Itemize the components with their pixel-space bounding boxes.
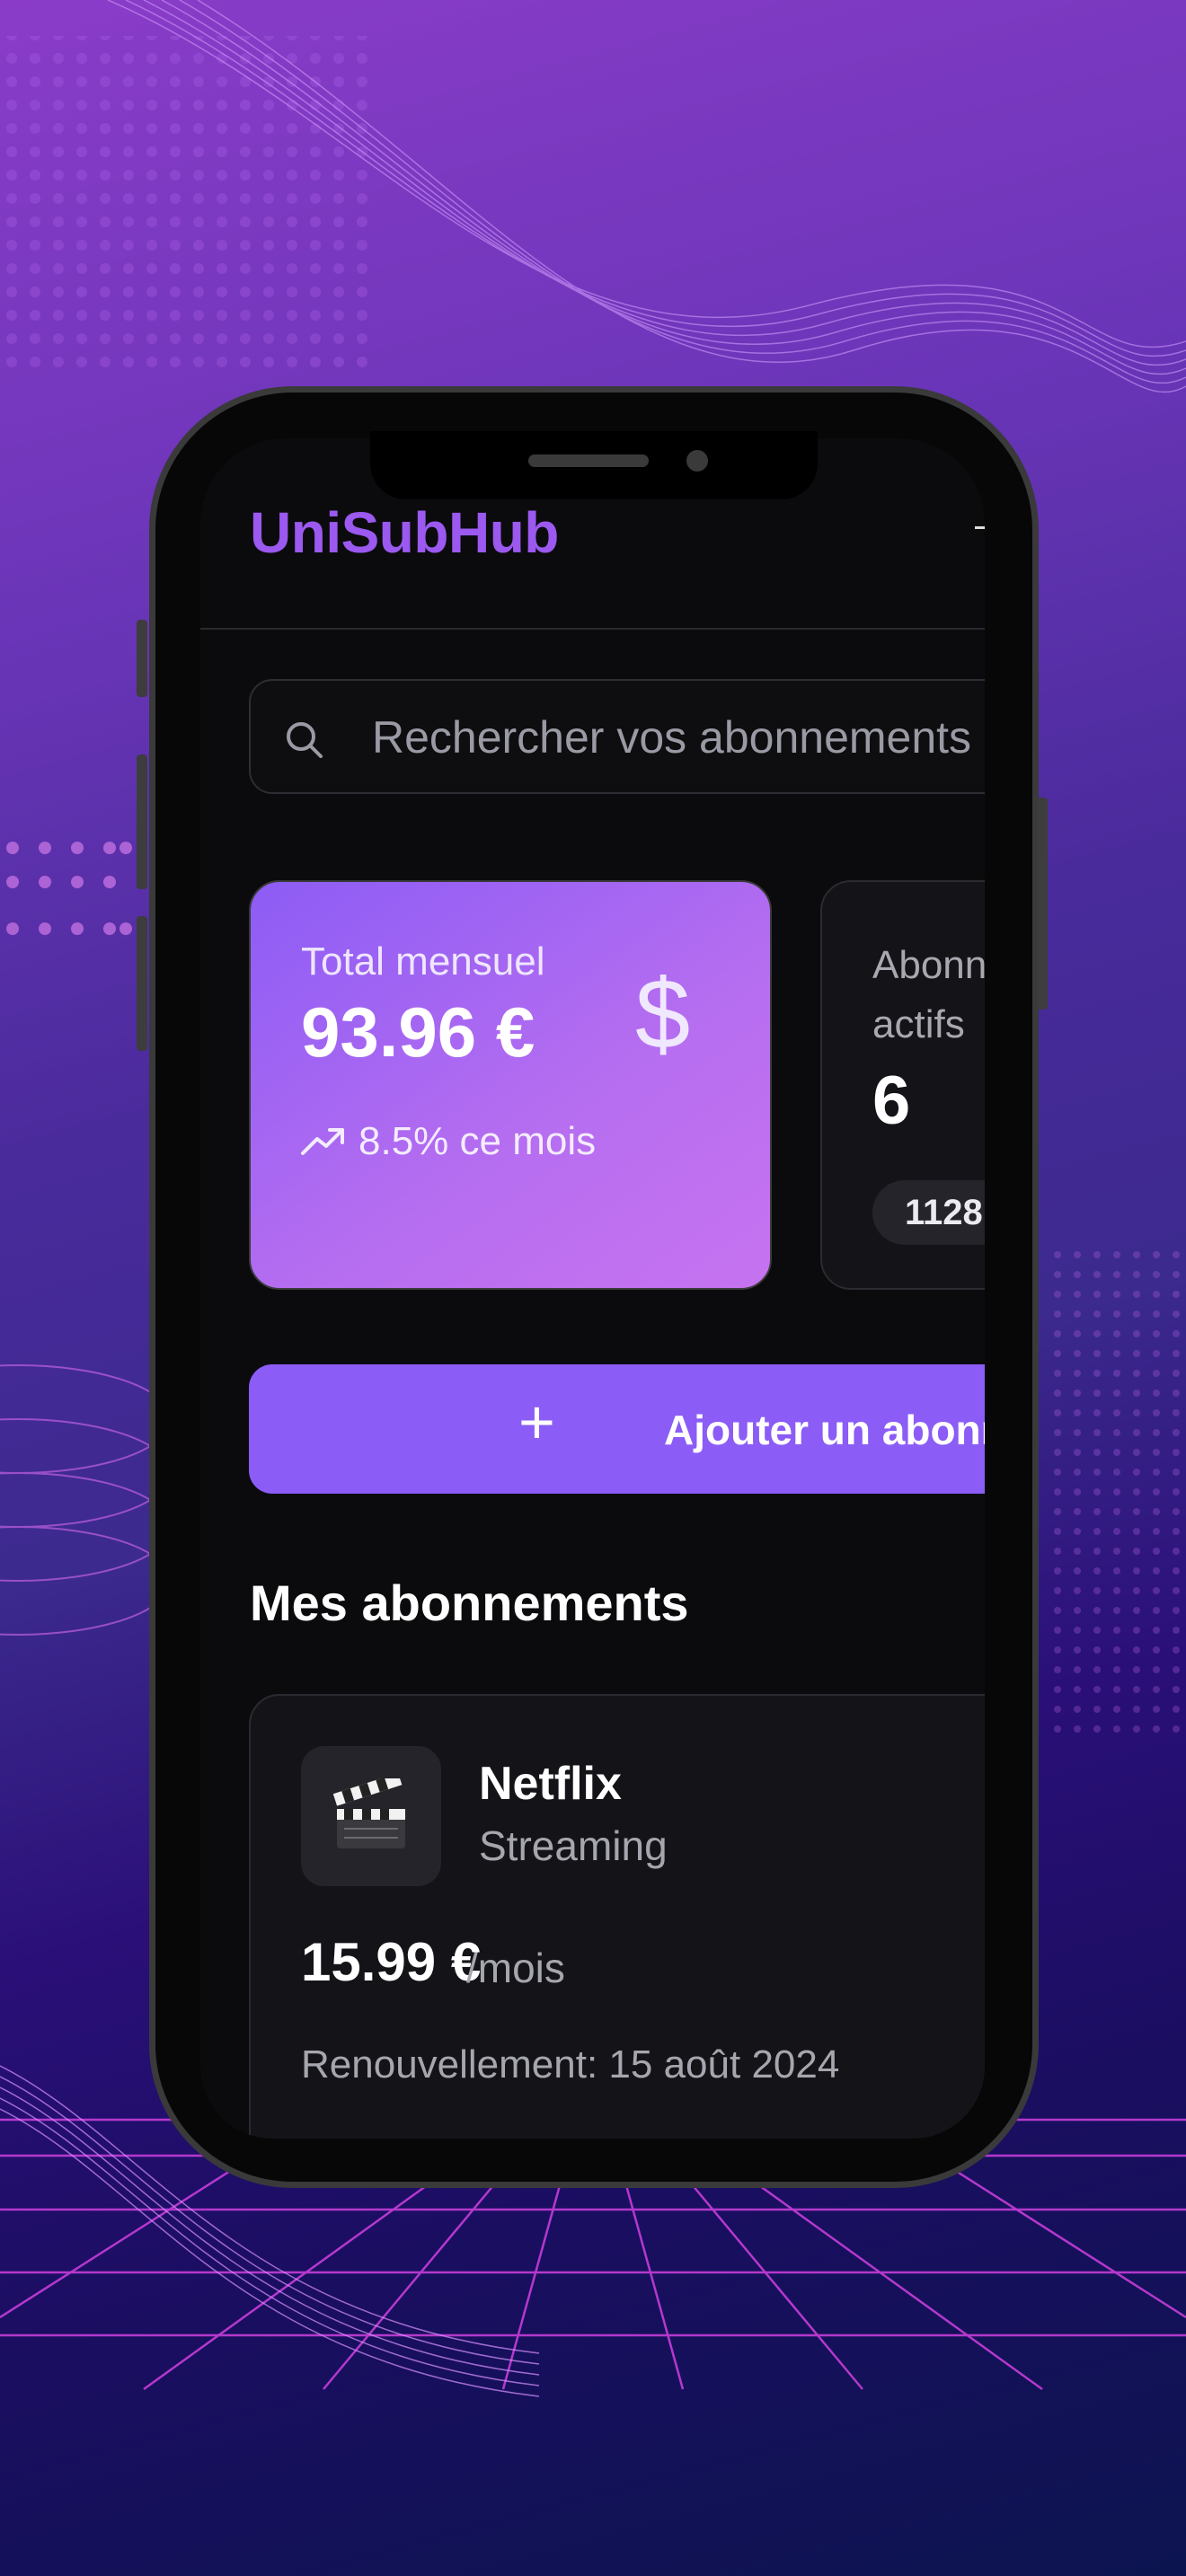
subscription-renewal: Renouvellement: 15 août 2024 (301, 2042, 840, 2086)
phone-silent-switch (137, 620, 147, 697)
subscription-category: Streaming (479, 1822, 668, 1869)
trend-text: 8.5% ce mois (358, 1119, 597, 1163)
front-camera (686, 450, 708, 472)
clapperboard-icon (332, 1778, 405, 1848)
total-monthly-card: Total mensuel 93.96 € $ 8.5% ce mois (249, 880, 772, 1290)
active-subscriptions-card: Abonnements actifs 6 1128 (820, 880, 985, 1290)
active-badge: 1128 (872, 1180, 985, 1245)
active-count: 6 (872, 1063, 911, 1139)
subscription-period: /mois (466, 1945, 565, 1991)
phone-volume-down (137, 916, 147, 1051)
add-subscription-label: Ajouter un abonnement (664, 1407, 985, 1453)
search-icon (287, 722, 323, 758)
dollar-icon: $ (635, 959, 691, 1070)
app-screen: UniSubHub Rechercher vos abonnements Tot… (200, 438, 985, 2139)
header-divider (200, 628, 985, 630)
search-input[interactable]: Rechercher vos abonnements (249, 679, 985, 794)
section-title: Mes abonnements (250, 1575, 689, 1631)
search-placeholder: Rechercher vos abonnements (372, 712, 972, 763)
subscription-price: 15.99 € (301, 1932, 482, 1992)
trending-up-icon (301, 1128, 344, 1155)
plus-icon: + (518, 1387, 555, 1457)
add-subscription-button[interactable]: + Ajouter un abonnement (249, 1364, 985, 1494)
trend-indicator: 8.5% ce mois (301, 1119, 596, 1164)
active-label: Abonnements actifs (872, 943, 985, 1046)
subscription-card[interactable]: Netflix Streaming 15.99 € /mois Renouvel… (249, 1694, 985, 2139)
subscription-name: Netflix (479, 1758, 622, 1810)
phone-power-button (1037, 798, 1048, 1010)
speaker-grille (528, 454, 649, 467)
subscription-icon-box (301, 1746, 441, 1886)
header-menu-icon[interactable] (975, 526, 985, 538)
phone-notch (370, 431, 818, 499)
total-label: Total mensuel (301, 940, 545, 984)
total-amount: 93.96 € (301, 992, 535, 1072)
app-title: UniSubHub (250, 500, 559, 565)
phone-volume-up (137, 754, 147, 889)
